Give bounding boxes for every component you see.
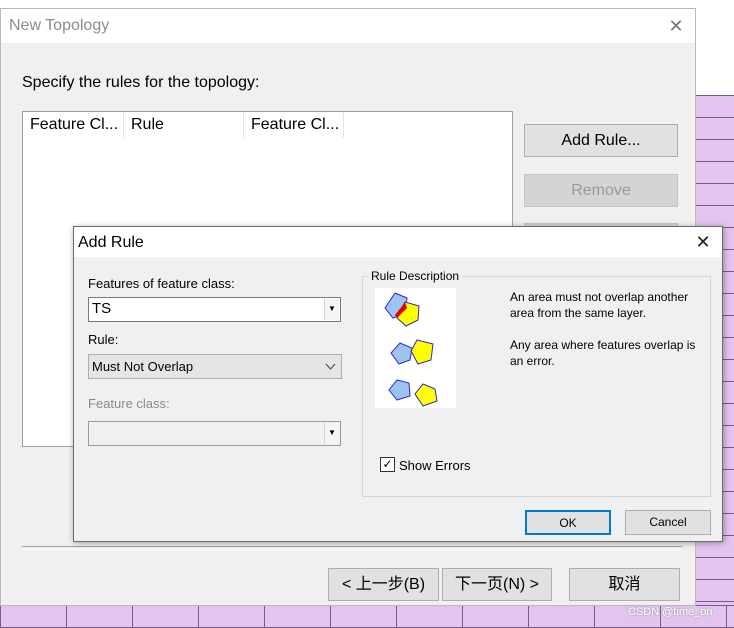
watermark: CSDN @time_on	[628, 606, 713, 618]
rules-prompt: Specify the rules for the topology:	[22, 74, 260, 91]
rule-label: Rule:	[88, 332, 119, 347]
show-errors-label: Show Errors	[399, 458, 471, 473]
chevron-down-icon: ▼	[324, 299, 339, 320]
dialog-cancel-button[interactable]: Cancel	[625, 510, 711, 535]
add-rule-dialog: Add Rule ✕ Features of feature class: TS…	[73, 226, 723, 542]
show-errors-checkbox[interactable]: ✓	[380, 457, 395, 472]
feature-class-combo[interactable]: ▼	[88, 421, 341, 446]
rules-list-header: Feature Cl... Rule Feature Cl...	[23, 112, 344, 138]
remove-button[interactable]: Remove	[524, 174, 678, 207]
wizard-title: New Topology	[9, 17, 110, 34]
dialog-close-icon[interactable]: ✕	[688, 230, 718, 254]
features-combo[interactable]: TS ▼	[88, 297, 341, 322]
rule-description-title: Rule Description	[368, 269, 463, 283]
rule-description-text: An area must not overlap another area fr…	[510, 289, 710, 369]
dialog-title: Add Rule	[78, 234, 144, 251]
rule-select-value: Must Not Overlap	[92, 359, 194, 374]
back-button[interactable]: < 上一步(B)	[328, 568, 439, 601]
column-header-rule[interactable]: Rule	[124, 112, 244, 138]
wizard-titlebar: New Topology ✕	[1, 9, 695, 43]
features-label: Features of feature class:	[88, 276, 235, 291]
description-line-1: An area must not overlap another area fr…	[510, 290, 689, 320]
features-combo-value: TS	[92, 300, 112, 317]
dialog-titlebar: Add Rule ✕	[74, 227, 722, 257]
overlap-diagram-icon	[384, 292, 438, 407]
column-header-feature-class-1[interactable]: Feature Cl...	[23, 112, 124, 138]
rule-select[interactable]: Must Not Overlap	[88, 354, 342, 379]
chevron-down-icon	[325, 363, 336, 370]
background-grid-bottom	[0, 605, 734, 628]
wizard-cancel-button[interactable]: 取消	[569, 568, 680, 601]
ok-button[interactable]: OK	[525, 510, 611, 535]
chevron-down-icon: ▼	[324, 423, 339, 444]
add-rule-button[interactable]: Add Rule...	[524, 124, 678, 157]
rule-illustration	[375, 288, 456, 408]
wizard-divider	[22, 546, 682, 550]
next-button[interactable]: 下一页(N) >	[442, 568, 552, 601]
wizard-close-icon[interactable]: ✕	[661, 14, 691, 38]
feature-class-label: Feature class:	[88, 396, 170, 411]
description-line-2: Any area where features overlap is an er…	[510, 338, 696, 368]
column-header-feature-class-2[interactable]: Feature Cl...	[244, 112, 344, 138]
